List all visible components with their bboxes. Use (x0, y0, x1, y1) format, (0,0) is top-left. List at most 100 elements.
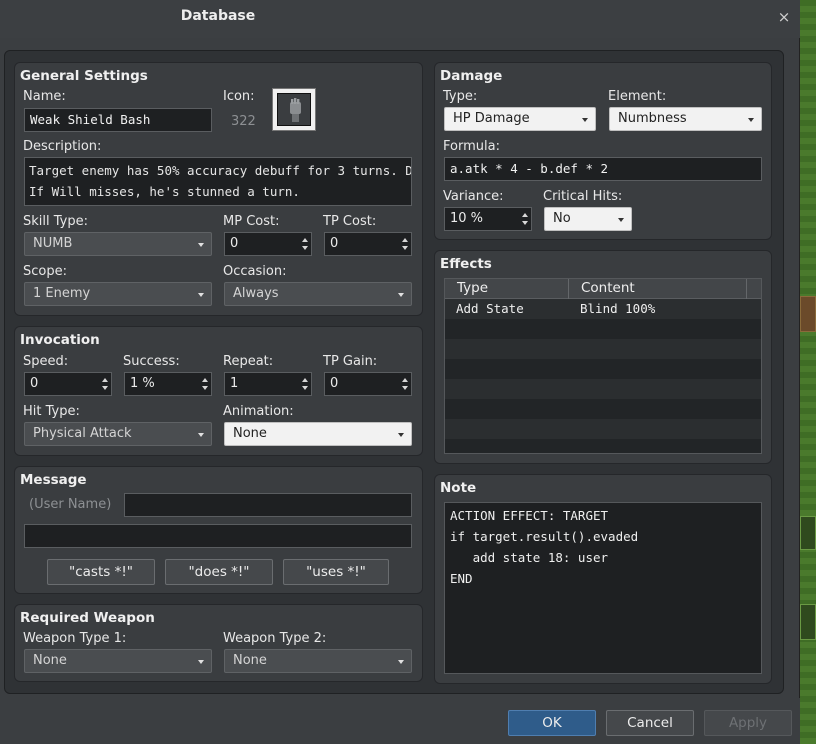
fist-icon (290, 98, 301, 122)
column-divider (746, 279, 747, 299)
success-stepper[interactable]: 1 % (124, 372, 212, 396)
increment-icon[interactable] (302, 238, 308, 242)
name-field[interactable]: Weak Shield Bash (24, 108, 212, 132)
mp-cost-label: MP Cost: (223, 214, 280, 229)
icon-label: Icon: (223, 89, 255, 104)
chevron-down-icon (398, 293, 404, 297)
cancel-button[interactable]: Cancel (606, 710, 694, 736)
panel-title: Message (20, 472, 87, 488)
uses-button[interactable]: "uses *!" (283, 559, 389, 585)
column-header-type[interactable]: Type (457, 280, 488, 296)
decrement-icon[interactable] (402, 246, 408, 250)
scope-select[interactable]: 1 Enemy (24, 282, 212, 306)
decrement-icon[interactable] (302, 386, 308, 390)
background-map-strip (800, 0, 816, 744)
increment-icon[interactable] (402, 238, 408, 242)
chevron-down-icon (748, 118, 754, 122)
chevron-down-icon (198, 660, 204, 664)
chevron-down-icon (198, 433, 204, 437)
casts-button[interactable]: "casts *!" (47, 559, 155, 585)
weapon-type1-select[interactable]: None (24, 649, 212, 673)
damage-type-select[interactable]: HP Damage (444, 107, 596, 131)
variance-stepper[interactable]: 10 % (444, 207, 532, 231)
title-bar[interactable]: Database × (0, 0, 800, 38)
message-line2-field[interactable] (24, 524, 412, 548)
tp-gain-value: 0 (330, 376, 339, 391)
icon-preview (277, 93, 311, 126)
speed-stepper[interactable]: 0 (24, 372, 112, 396)
weapon-type2-value: None (233, 653, 267, 668)
animation-label: Animation: (223, 404, 294, 419)
note-textarea[interactable]: ACTION EFFECT: TARGET if target.result()… (444, 502, 762, 674)
animation-select[interactable]: None (224, 422, 412, 446)
note-line: if target.result().evaded (450, 529, 639, 544)
message-line1-field[interactable] (124, 493, 412, 517)
column-header-content[interactable]: Content (581, 280, 635, 296)
variance-value: 10 % (450, 211, 484, 226)
repeat-stepper[interactable]: 1 (224, 372, 312, 396)
occasion-select[interactable]: Always (224, 282, 412, 306)
hit-type-select[interactable]: Physical Attack (24, 422, 212, 446)
name-value: Weak Shield Bash (30, 112, 151, 127)
decrement-icon[interactable] (522, 221, 528, 225)
decrement-icon[interactable] (402, 386, 408, 390)
table-row[interactable] (445, 339, 761, 359)
table-row[interactable] (445, 319, 761, 339)
note-line: END (450, 571, 473, 586)
increment-icon[interactable] (302, 378, 308, 382)
critical-hits-select[interactable]: No (544, 207, 632, 231)
window-title: Database (180, 8, 256, 24)
decrement-icon[interactable] (102, 386, 108, 390)
map-tile (800, 296, 816, 332)
does-button[interactable]: "does *!" (165, 559, 273, 585)
chevron-down-icon (398, 660, 404, 664)
chevron-down-icon (198, 243, 204, 247)
effects-table[interactable]: Type Content Add State Blind 100% (444, 278, 762, 454)
occasion-value: Always (233, 286, 279, 301)
mp-cost-stepper[interactable]: 0 (224, 232, 312, 256)
table-row[interactable] (445, 399, 761, 419)
panel-title: Effects (440, 256, 492, 272)
description-field[interactable]: Target enemy has 50% accuracy debuff for… (24, 157, 412, 206)
damage-type-label: Type: (443, 89, 478, 104)
increment-icon[interactable] (102, 378, 108, 382)
panel-title: Invocation (20, 332, 100, 348)
panel-title: Note (440, 480, 477, 496)
table-row[interactable]: Add State Blind 100% (445, 299, 761, 319)
scope-label: Scope: (23, 264, 67, 279)
skill-type-select[interactable]: NUMB (24, 232, 212, 256)
speed-value: 0 (30, 376, 39, 391)
effect-type-cell: Add State (456, 301, 524, 316)
skill-icon-picker[interactable] (272, 88, 316, 131)
tp-gain-label: TP Gain: (323, 354, 378, 369)
note-line: ACTION EFFECT: TARGET (450, 508, 609, 523)
apply-button[interactable]: Apply (704, 710, 792, 736)
occasion-label: Occasion: (223, 264, 287, 279)
mp-cost-value: 0 (230, 236, 239, 251)
increment-icon[interactable] (522, 213, 528, 217)
decrement-icon[interactable] (202, 386, 208, 390)
decrement-icon[interactable] (302, 246, 308, 250)
tp-gain-stepper[interactable]: 0 (324, 372, 412, 396)
table-row[interactable] (445, 359, 761, 379)
increment-icon[interactable] (202, 378, 208, 382)
close-icon[interactable]: × (776, 8, 792, 26)
increment-icon[interactable] (402, 378, 408, 382)
animation-value: None (233, 426, 267, 441)
element-select[interactable]: Numbness (609, 107, 762, 131)
description-label: Description: (23, 139, 102, 154)
tp-cost-stepper[interactable]: 0 (324, 232, 412, 256)
formula-field[interactable]: a.atk * 4 - b.def * 2 (444, 157, 762, 181)
hit-type-label: Hit Type: (23, 404, 80, 419)
icon-index: 322 (231, 114, 256, 129)
ok-button[interactable]: OK (508, 710, 596, 736)
table-row[interactable] (445, 419, 761, 439)
weapon-type1-label: Weapon Type 1: (23, 631, 127, 646)
table-row[interactable] (445, 439, 761, 453)
chevron-down-icon (582, 118, 588, 122)
panel-title: Required Weapon (20, 610, 155, 626)
note-line: add state 18: user (450, 550, 609, 565)
hit-type-value: Physical Attack (33, 426, 132, 441)
weapon-type2-select[interactable]: None (224, 649, 412, 673)
table-row[interactable] (445, 379, 761, 399)
